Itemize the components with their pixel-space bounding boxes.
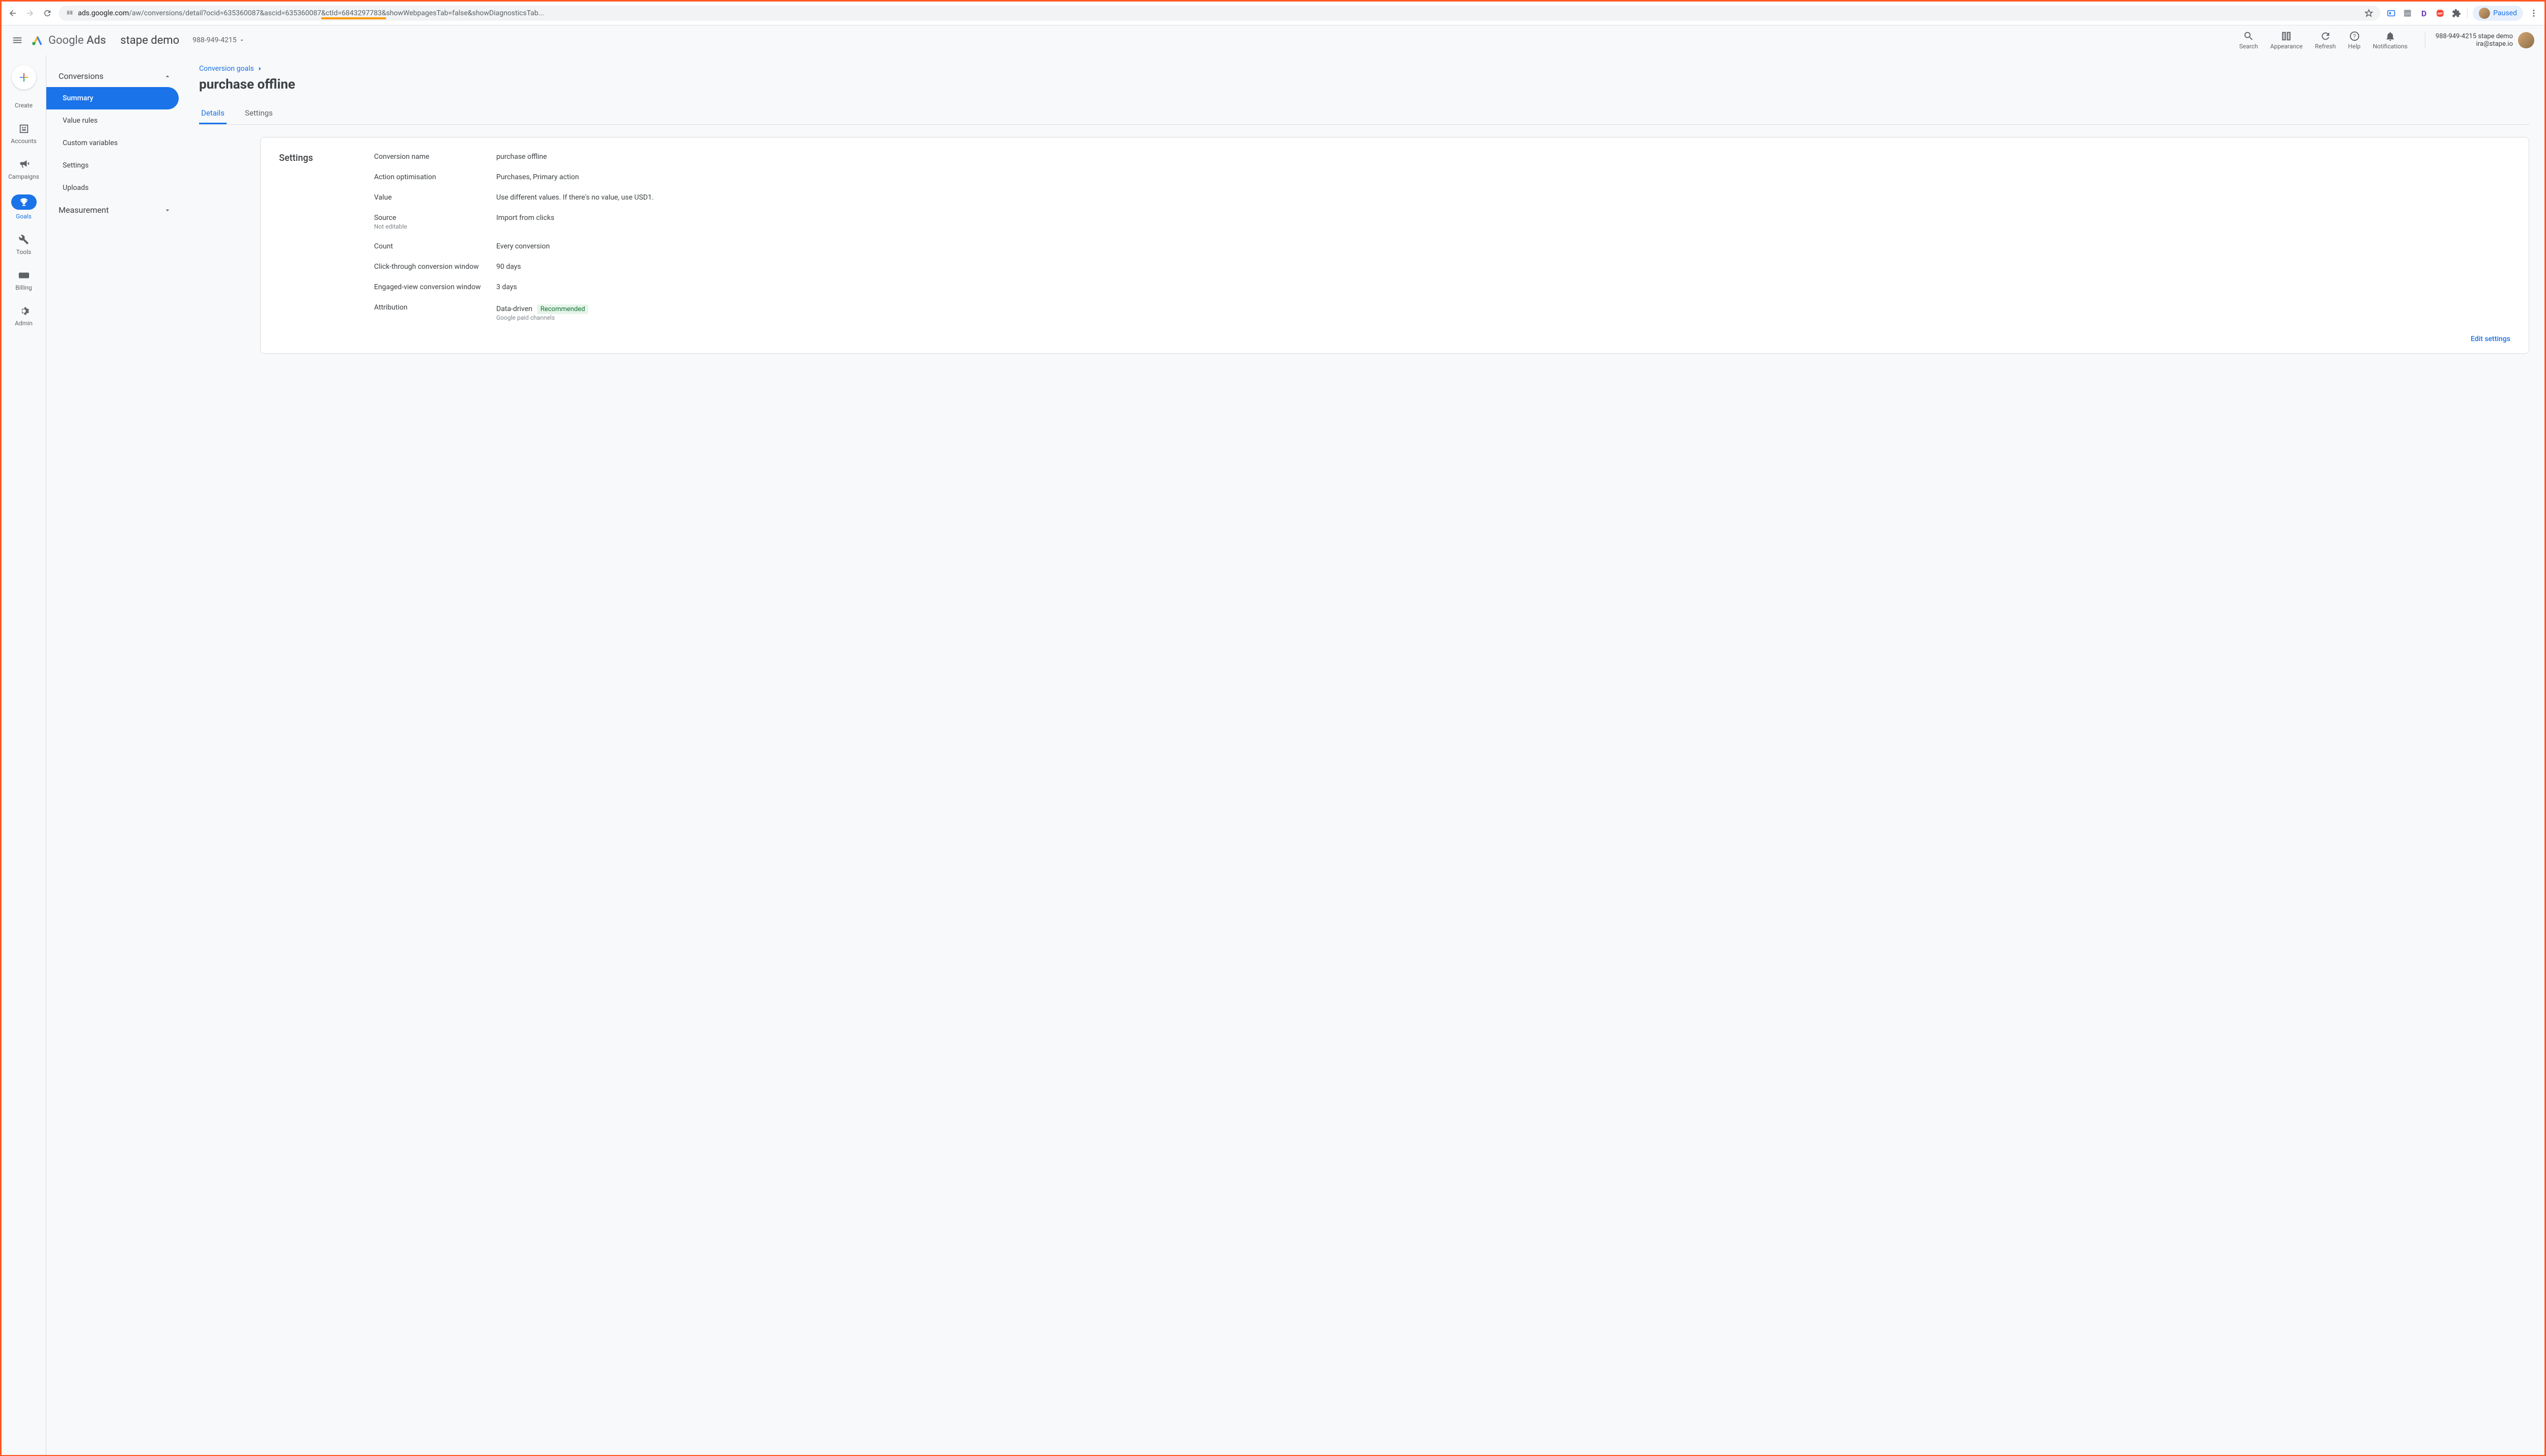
chrome-menu-icon[interactable] [2528, 8, 2539, 19]
breadcrumb[interactable]: Conversion goals [199, 65, 263, 73]
row-label: Engaged-view conversion window [374, 283, 496, 291]
row-value-attribution: Data-driven Recommended Google paid chan… [496, 303, 2510, 321]
row-value: 3 days [496, 283, 2510, 291]
hamburger-menu[interactable] [12, 35, 23, 46]
rail-create-label: Create [2, 100, 46, 111]
back-button[interactable] [7, 7, 19, 19]
appearance-icon [2281, 31, 2292, 42]
row-label: Click-through conversion window [374, 263, 496, 271]
tab-details[interactable]: Details [199, 103, 227, 124]
ads-logo-icon [31, 34, 44, 47]
star-icon[interactable] [2364, 9, 2373, 18]
row-label: Action optimisation [374, 173, 496, 181]
rail-admin[interactable]: Admin [2, 303, 46, 329]
tools-icon [18, 234, 30, 245]
url-text: ads.google.com/aw/conversions/detail?oci… [78, 9, 544, 17]
account-selector[interactable]: 988-949-4215 [192, 36, 244, 44]
recommended-badge: Recommended [537, 304, 588, 314]
extension-icon[interactable]: D [2418, 8, 2429, 19]
adblock-icon[interactable]: ABP [2434, 8, 2446, 19]
tabs: Details Settings [199, 103, 2529, 125]
campaigns-icon [18, 159, 30, 170]
avatar-icon [2479, 8, 2490, 19]
rail-tools[interactable]: Tools [2, 232, 46, 258]
profile-chip[interactable]: Paused [2473, 6, 2523, 21]
search-icon [2243, 31, 2254, 42]
rail-goals[interactable]: Goals [2, 192, 46, 222]
rail-billing[interactable]: Billing [2, 268, 46, 293]
url-bar[interactable]: ads.google.com/aw/conversions/detail?oci… [59, 6, 2381, 21]
site-info-icon [66, 9, 74, 17]
row-value: Every conversion [496, 242, 2510, 250]
row-value: Import from clicks [496, 214, 2510, 230]
accounts-icon [18, 123, 30, 134]
row-value: Use different values. If there's no valu… [496, 193, 2510, 202]
extensions-menu-icon[interactable] [2451, 8, 2462, 19]
svg-text:?: ? [2353, 33, 2356, 40]
page-title: purchase offline [199, 77, 2529, 92]
help-tool[interactable]: ?Help [2348, 31, 2361, 50]
user-text: 988-949-4215 stape demo ira@stape.io [2436, 33, 2513, 48]
gear-icon [18, 305, 30, 317]
content: Conversion goals All Time 22 Jan 2021 – … [184, 55, 2544, 1455]
settings-card: Settings Conversion name purchase offlin… [260, 137, 2529, 354]
account-name: stape demo [120, 34, 179, 47]
search-tool[interactable]: Search [2239, 31, 2258, 50]
refresh-icon [2320, 31, 2331, 42]
rail-campaigns[interactable]: Campaigns [2, 157, 46, 182]
row-label: Conversion name [374, 153, 496, 161]
refresh-tool[interactable]: Refresh [2315, 31, 2336, 50]
sidebar-item-custom-variables[interactable]: Custom variables [46, 132, 184, 154]
browser-toolbar: ads.google.com/aw/conversions/detail?oci… [2, 2, 2544, 25]
chevron-up-icon [163, 72, 172, 80]
tab-settings[interactable]: Settings [243, 103, 275, 124]
row-value: Purchases, Primary action [496, 173, 2510, 181]
billing-icon [18, 270, 30, 281]
row-label: Attribution [374, 303, 496, 321]
sidebar-item-uploads[interactable]: Uploads [46, 177, 184, 199]
app-header: Google Ads stape demo 988-949-4215 Searc… [2, 25, 2544, 55]
extension-icons: </> D ABP Paused [2386, 6, 2539, 21]
forward-button[interactable] [24, 7, 36, 19]
plus-icon [18, 72, 30, 83]
nav-rail: Create Accounts Campaigns Goals Tools Bi… [2, 55, 46, 1455]
sidebar-group-conversions[interactable]: Conversions [46, 65, 184, 87]
bell-icon [2385, 31, 2396, 42]
extension-icon[interactable] [2386, 8, 2397, 19]
paused-label: Paused [2493, 9, 2517, 17]
sidebar-item-value-rules[interactable]: Value rules [46, 109, 184, 132]
product-name: Google Ads [48, 34, 106, 47]
card-title: Settings [279, 153, 313, 321]
edit-settings-link[interactable]: Edit settings [2471, 335, 2510, 343]
sidebar-item-settings[interactable]: Settings [46, 154, 184, 177]
create-button[interactable] [12, 65, 36, 90]
svg-text:ABP: ABP [2438, 12, 2443, 15]
appearance-tool[interactable]: Appearance [2270, 31, 2303, 50]
notifications-tool[interactable]: Notifications [2373, 31, 2407, 50]
sidebar-group-measurement[interactable]: Measurement [46, 199, 184, 221]
row-value: 90 days [496, 263, 2510, 271]
rail-accounts[interactable]: Accounts [2, 121, 46, 147]
row-label: Value [374, 193, 496, 202]
chevron-down-icon [163, 206, 172, 214]
chevron-right-icon [256, 65, 263, 72]
row-label-source: Source Not editable [374, 214, 496, 230]
row-label: Count [374, 242, 496, 250]
user-avatar [2518, 32, 2534, 48]
sidebar-item-summary[interactable]: Summary [46, 87, 179, 109]
trophy-icon [19, 197, 29, 207]
reload-button[interactable] [41, 7, 53, 19]
help-icon: ? [2349, 31, 2360, 42]
extension-icon[interactable]: </> [2402, 8, 2413, 19]
row-value: purchase offline [496, 153, 2510, 161]
user-block[interactable]: 988-949-4215 stape demo ira@stape.io [2425, 32, 2534, 48]
google-ads-logo[interactable]: Google Ads [31, 34, 106, 47]
sidebar: Conversions Summary Value rules Custom v… [46, 55, 184, 1455]
svg-text:</>: </> [2405, 12, 2410, 16]
chevron-down-icon [239, 37, 245, 43]
account-id: 988-949-4215 [192, 36, 236, 44]
